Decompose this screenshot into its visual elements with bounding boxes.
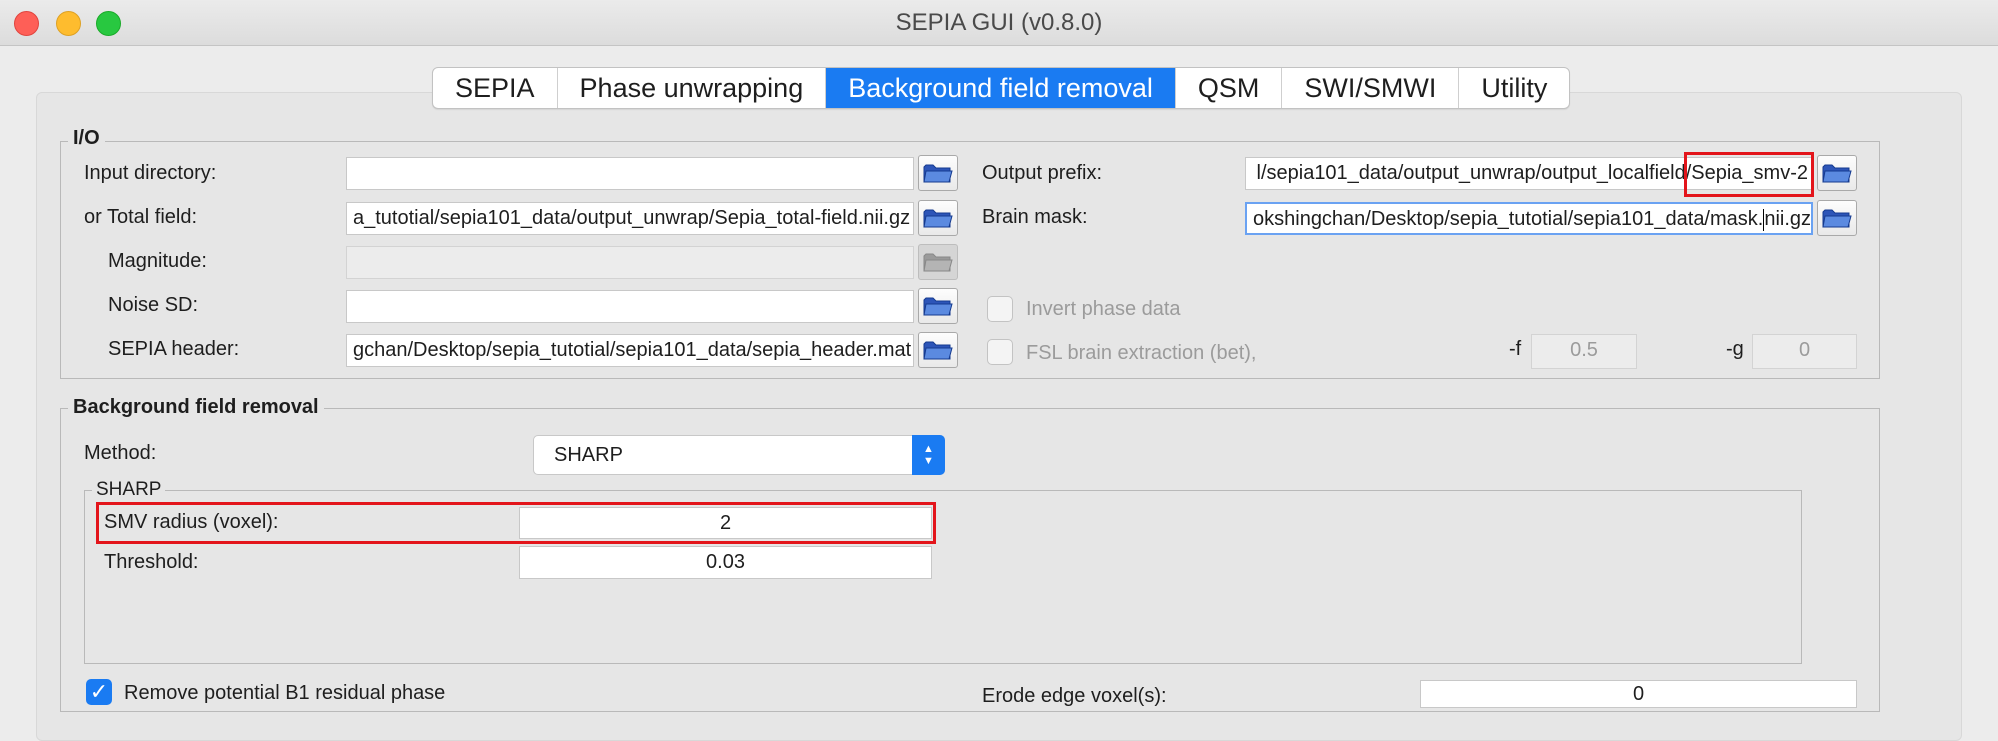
magnitude-label: Magnitude: <box>108 250 207 272</box>
bet-g-field: 0 <box>1752 334 1857 369</box>
tab-swi-smwi[interactable]: SWI/SMWI <box>1282 68 1460 108</box>
remove-b1-label: Remove potential B1 residual phase <box>124 682 446 704</box>
total-field-label: or Total field: <box>84 206 198 228</box>
tab-qsm[interactable]: QSM <box>1176 68 1283 108</box>
brain-mask-label: Brain mask: <box>982 206 1088 228</box>
method-select[interactable]: SHARP <box>533 435 945 475</box>
sepia-header-browse-button[interactable] <box>918 332 958 368</box>
folder-icon <box>923 297 953 316</box>
tab-utility[interactable]: Utility <box>1459 68 1569 108</box>
erode-edge-label: Erode edge voxel(s): <box>982 685 1167 707</box>
sepia-header-label: SEPIA header: <box>108 338 240 360</box>
erode-edge-field[interactable]: 0 <box>1420 680 1857 708</box>
window-title: SEPIA GUI (v0.8.0) <box>895 9 1103 36</box>
output-prefix-path: l/sepia101_data/output_unwrap/output_loc… <box>1256 162 1692 184</box>
io-panel-title: I/O <box>68 127 105 150</box>
threshold-label: Threshold: <box>104 551 199 573</box>
fsl-bet-checkbox[interactable] <box>987 339 1013 365</box>
brain-mask-value: okshingchan/Desktop/sepia_tutotial/sepia… <box>1253 208 1764 230</box>
brain-mask-field[interactable]: okshingchan/Desktop/sepia_tutotial/sepia… <box>1245 202 1813 235</box>
method-label: Method: <box>84 442 157 464</box>
noise-sd-browse-button[interactable] <box>918 288 958 324</box>
folder-icon <box>1822 209 1852 228</box>
input-directory-field[interactable] <box>346 157 914 190</box>
folder-icon <box>1822 164 1852 183</box>
invert-phase-checkbox[interactable] <box>987 296 1013 322</box>
bet-g-label: -g <box>1726 338 1744 360</box>
fsl-bet-label: FSL brain extraction (bet), <box>1026 342 1257 364</box>
magnitude-field <box>346 246 914 279</box>
sepia-header-field[interactable]: gchan/Desktop/sepia_tutotial/sepia101_da… <box>346 334 914 367</box>
main-tab-bar: SEPIA Phase unwrapping Background field … <box>432 67 1571 109</box>
tab-phase-unwrapping[interactable]: Phase unwrapping <box>558 68 827 108</box>
remove-b1-checkbox[interactable]: ✓ <box>86 679 112 705</box>
brain-mask-value-suffix: nii.gz <box>1764 208 1812 230</box>
tab-sepia[interactable]: SEPIA <box>433 68 558 108</box>
noise-sd-label: Noise SD: <box>108 294 199 316</box>
sharp-panel-title: SHARP <box>92 479 166 501</box>
bet-f-field: 0.5 <box>1531 334 1637 369</box>
method-selected-value: SHARP <box>554 444 623 466</box>
folder-icon <box>923 209 953 228</box>
folder-icon <box>923 341 953 360</box>
tab-background-field-removal[interactable]: Background field removal <box>826 68 1176 108</box>
output-prefix-browse-button[interactable] <box>1817 155 1857 191</box>
output-prefix-label: Output prefix: <box>982 162 1103 184</box>
output-prefix-highlight-box <box>1684 152 1814 197</box>
folder-icon <box>923 164 953 183</box>
threshold-field[interactable]: 0.03 <box>519 546 932 579</box>
folder-icon <box>923 253 953 272</box>
smv-radius-highlight-box <box>96 502 936 544</box>
bet-f-label: -f <box>1509 338 1522 360</box>
noise-sd-field[interactable] <box>346 290 914 323</box>
chevron-updown-icon[interactable]: ▲ ▼ <box>912 435 945 475</box>
bfr-panel-title: Background field removal <box>68 396 324 419</box>
invert-phase-label: Invert phase data <box>1026 298 1181 320</box>
magnitude-browse-button <box>918 244 958 280</box>
input-directory-browse-button[interactable] <box>918 155 958 191</box>
total-field-browse-button[interactable] <box>918 200 958 236</box>
check-icon: ✓ <box>89 679 109 704</box>
brain-mask-browse-button[interactable] <box>1817 200 1857 236</box>
input-directory-label: Input directory: <box>84 162 217 184</box>
total-field-input[interactable]: a_tutotial/sepia101_data/output_unwrap/S… <box>346 202 914 235</box>
